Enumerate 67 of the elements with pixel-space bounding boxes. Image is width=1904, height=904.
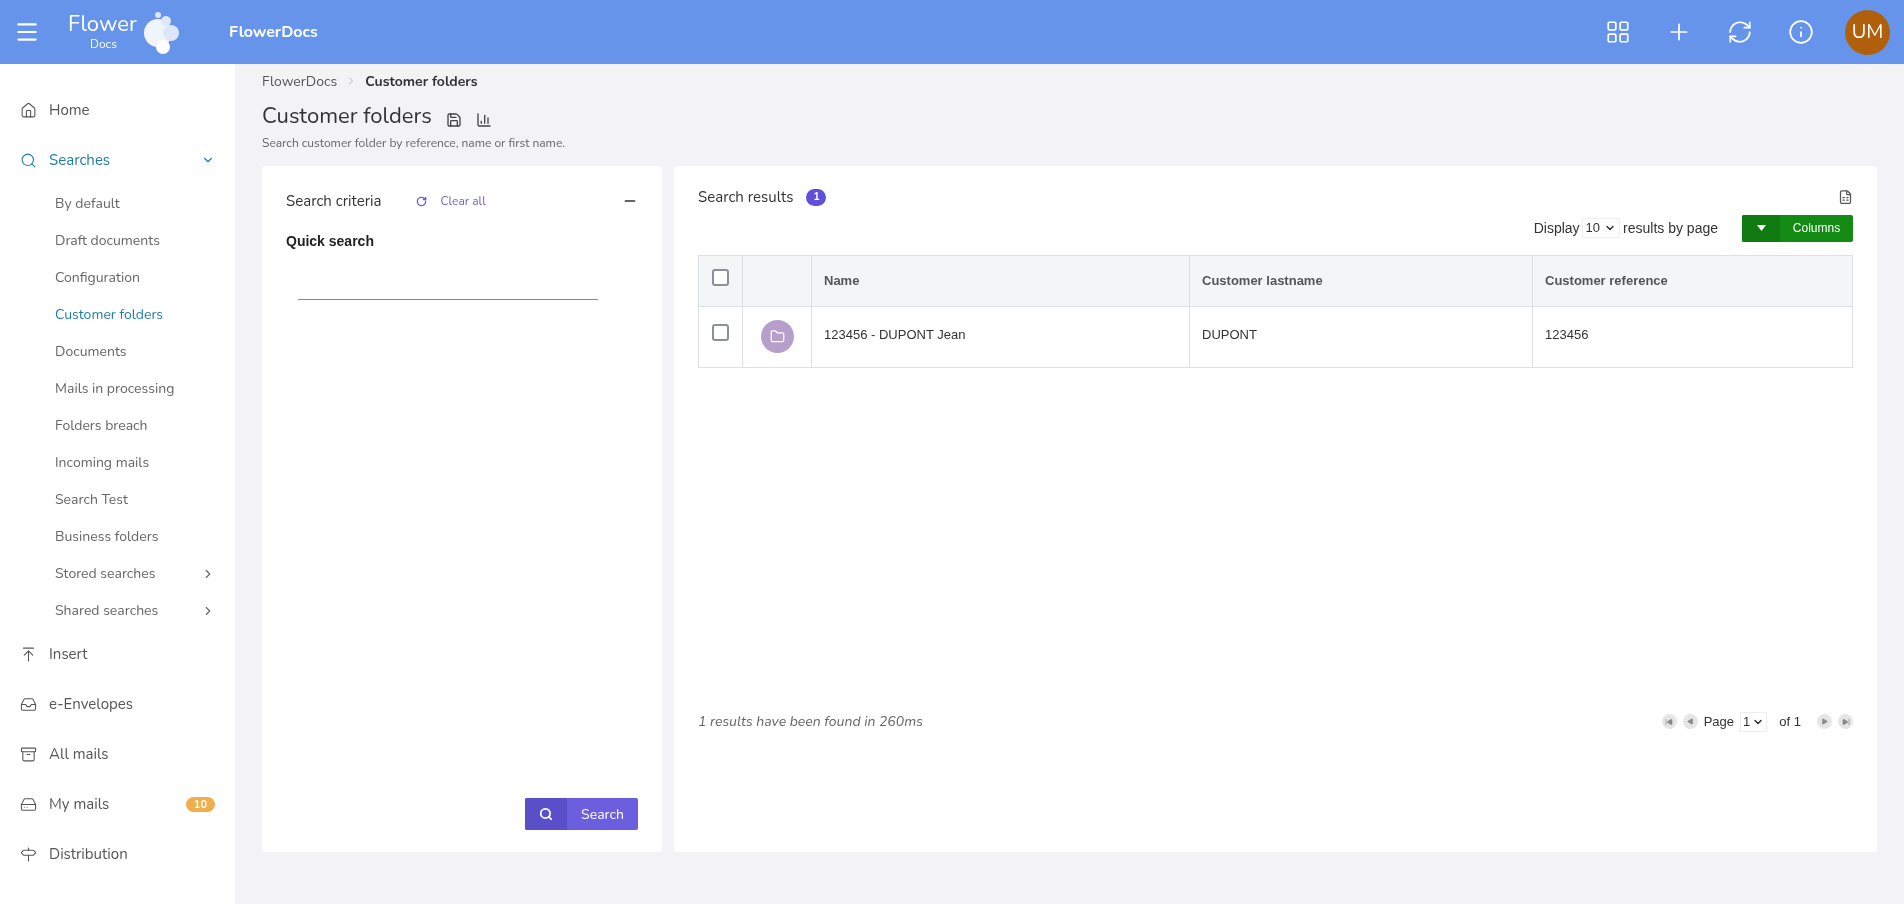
page-title: Customer folders: [262, 102, 432, 130]
archive-icon: [20, 745, 37, 763]
breadcrumb-link[interactable]: FlowerDocs: [262, 70, 338, 92]
sidebar-item[interactable]: All mails: [0, 729, 235, 779]
chart-icon[interactable]: [475, 112, 492, 128]
results-summary: 1 results have been found in 260ms: [698, 711, 923, 732]
clear-all-link[interactable]: Clear all: [440, 192, 486, 211]
sidebar-subitem[interactable]: Folders breach: [0, 407, 235, 444]
search-icon: [20, 151, 37, 169]
count-badge: 10: [185, 796, 215, 812]
sidebar-subitem[interactable]: Draft documents: [0, 222, 235, 259]
sidebar-subitem[interactable]: By default: [0, 185, 235, 222]
sidebar-subitem[interactable]: Configuration: [0, 259, 235, 296]
sidebar-item[interactable]: e-Envelopes: [0, 679, 235, 729]
page-size-select[interactable]: 10: [1581, 218, 1621, 238]
previous-page-icon[interactable]: [1682, 714, 1698, 729]
page-label: Page: [1703, 712, 1735, 731]
sidebar-subitem[interactable]: Incoming mails: [0, 444, 235, 481]
sidebar-item[interactable]: Home: [0, 85, 235, 135]
sidebar-item[interactable]: Distribution: [0, 829, 235, 879]
field-label: Quick search: [286, 231, 375, 251]
user-avatar[interactable]: UM: [1845, 9, 1890, 55]
next-page-icon[interactable]: [1817, 714, 1832, 729]
caret-down-icon: [1756, 225, 1766, 231]
first-page-icon[interactable]: [1661, 714, 1677, 729]
drive-icon: [20, 795, 37, 813]
page-total: of 1: [1779, 712, 1801, 731]
per-page-label: results by page: [1623, 218, 1718, 238]
count-badge: 1: [806, 188, 827, 206]
column-header[interactable]: Customer reference: [1532, 255, 1853, 306]
home-icon: [20, 101, 37, 119]
save-icon[interactable]: [445, 112, 462, 128]
sidebar-subitem[interactable]: Search Test: [0, 481, 235, 518]
reset-icon[interactable]: [415, 195, 427, 207]
display-label: Display: [1533, 218, 1580, 238]
sidebar-subitem[interactable]: Stored searches: [0, 555, 235, 592]
table-cell: 123456 - DUPONT Jean: [811, 306, 1190, 367]
checkbox[interactable]: [712, 269, 729, 287]
table-cell: DUPONT: [1189, 306, 1533, 367]
app-name: FlowerDocs: [229, 20, 318, 44]
sidebar-item[interactable]: Searches: [0, 135, 235, 185]
logo-subtext: Docs: [90, 38, 117, 50]
sidebar-subitem[interactable]: Customer folders: [0, 296, 235, 333]
panel-title: Search results: [698, 186, 794, 209]
csv-export-icon[interactable]: [1838, 189, 1853, 206]
search-button[interactable]: Search: [525, 798, 638, 830]
search-icon: [539, 807, 553, 821]
panel-title: Search criteria: [286, 190, 382, 213]
sidebar-subitem[interactable]: Business folders: [0, 518, 235, 555]
upload-icon: [20, 645, 37, 663]
tray-icon: [20, 695, 37, 713]
folder-icon: [760, 320, 794, 353]
column-header[interactable]: Name: [811, 255, 1190, 306]
checkbox[interactable]: [712, 323, 729, 341]
last-page-icon[interactable]: [1838, 714, 1853, 729]
sidebar-subitem[interactable]: Documents: [0, 333, 235, 370]
signpost-icon: [20, 845, 37, 863]
sidebar-item[interactable]: Insert: [0, 629, 235, 679]
sidebar-subitem[interactable]: Mails in processing: [0, 370, 235, 407]
sidebar-subitem[interactable]: Shared searches: [0, 592, 235, 629]
columns-button[interactable]: Columns: [1742, 214, 1853, 242]
page-subtitle: Search customer folder by reference, name or first name.: [262, 134, 566, 152]
column-header[interactable]: Customer lastname: [1189, 255, 1533, 306]
table-cell: 123456: [1532, 306, 1853, 367]
logo-text: Flower: [68, 13, 137, 35]
sidebar-item[interactable]: My mails 10: [0, 779, 235, 829]
page-select[interactable]: 1: [1740, 711, 1768, 732]
